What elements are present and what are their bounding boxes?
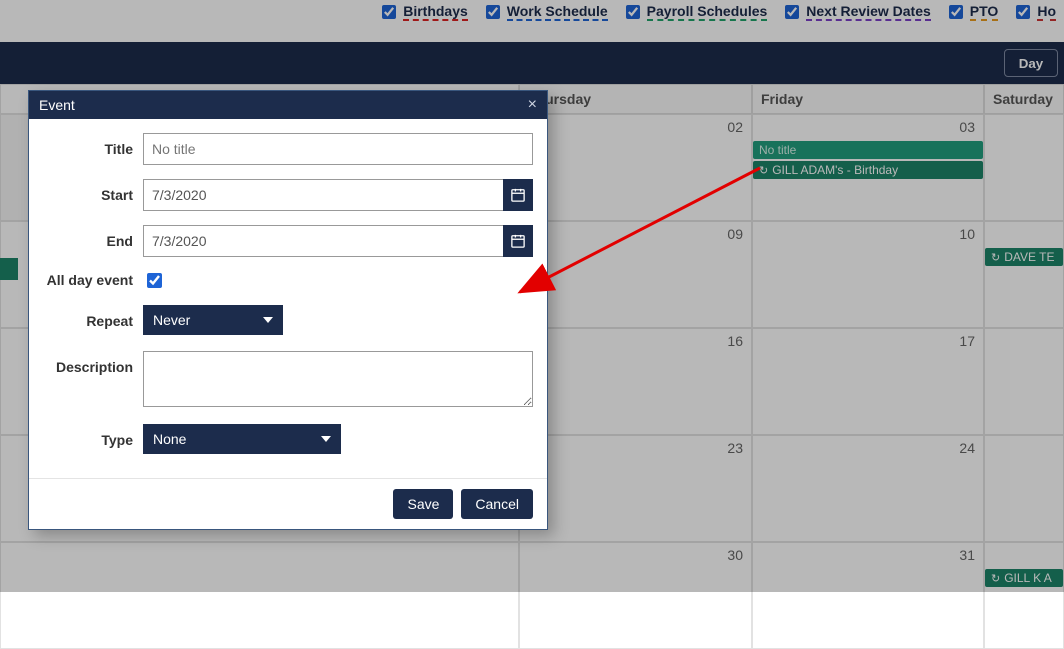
repeat-select[interactable]: Never (143, 305, 283, 335)
type-select-value: None (153, 431, 186, 447)
close-icon[interactable]: × (528, 96, 537, 114)
description-textarea[interactable] (143, 351, 533, 407)
type-select[interactable]: None (143, 424, 341, 454)
label-start: Start (43, 179, 143, 211)
chevron-down-icon (263, 317, 273, 323)
label-allday: All day event (43, 271, 143, 289)
dialog-footer: Save Cancel (29, 478, 547, 529)
dialog-title: Event (39, 97, 75, 113)
allday-checkbox[interactable] (147, 273, 162, 288)
label-type: Type (43, 424, 143, 456)
title-input[interactable] (143, 133, 533, 165)
event-dialog: Event × Title Start End (28, 90, 548, 530)
start-date-picker-button[interactable] (503, 179, 533, 211)
end-date-input[interactable] (143, 225, 503, 257)
dialog-titlebar: Event × (29, 91, 547, 119)
end-date-picker-button[interactable] (503, 225, 533, 257)
label-description: Description (43, 351, 143, 383)
calendar-icon (511, 188, 525, 202)
calendar-icon (511, 234, 525, 248)
cancel-button[interactable]: Cancel (461, 489, 533, 519)
repeat-select-value: Never (153, 312, 190, 328)
label-repeat: Repeat (43, 305, 143, 337)
label-title: Title (43, 133, 143, 165)
dialog-body: Title Start End All day event (29, 119, 547, 478)
chevron-down-icon (321, 436, 331, 442)
label-end: End (43, 225, 143, 257)
save-button[interactable]: Save (393, 489, 453, 519)
start-date-input[interactable] (143, 179, 503, 211)
